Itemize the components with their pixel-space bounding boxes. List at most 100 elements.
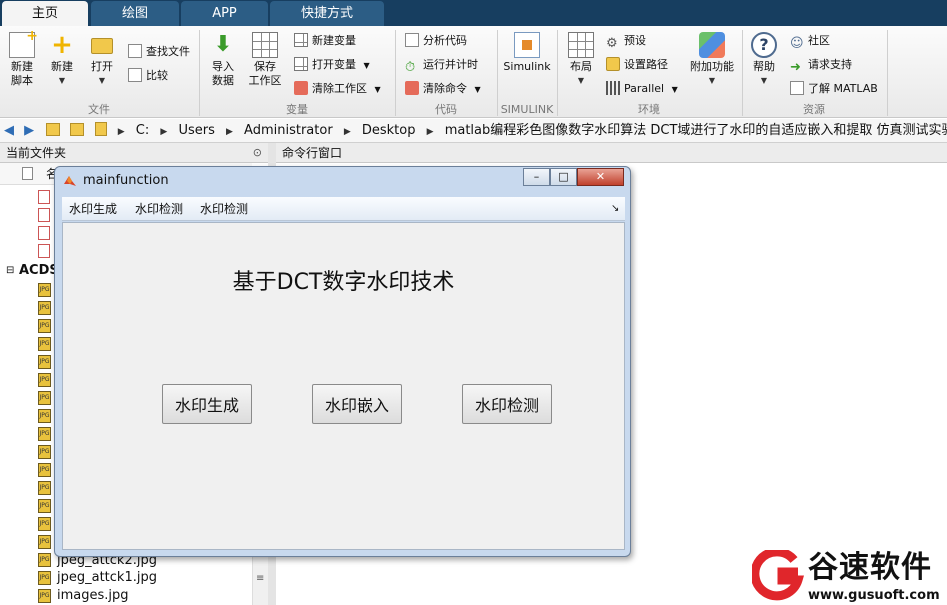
- tab-plots[interactable]: 绘图: [91, 1, 179, 26]
- maximize-button[interactable]: □: [550, 168, 577, 186]
- breadcrumb-separator-icon: ▶: [426, 127, 434, 137]
- jpg-file-icon: JPG: [38, 571, 51, 585]
- community-button[interactable]: ☺ 社区: [790, 31, 830, 51]
- dropdown-arrow-icon: ▼: [374, 85, 381, 94]
- help-icon: ?: [751, 32, 777, 58]
- dropdown-arrow-icon: ▼: [671, 85, 678, 94]
- find-files-button[interactable]: 查找文件: [128, 42, 190, 62]
- jpg-file-icon: JPG: [38, 499, 51, 513]
- gear-icon: ⚙: [606, 36, 618, 51]
- up-folder-icon[interactable]: [46, 123, 61, 136]
- forward-arrow-icon[interactable]: ▶: [24, 119, 34, 142]
- breadcrumb-item[interactable]: C:: [136, 119, 149, 142]
- jpg-file-icon: JPG: [38, 355, 51, 369]
- current-folder-panel-header: 当前文件夹 ⊙: [0, 143, 268, 163]
- new-variable-button[interactable]: 新建变量: [294, 31, 356, 51]
- new-button[interactable]: + 新建 ▼: [44, 32, 80, 88]
- breadcrumb-item[interactable]: matlab编程彩色图像数字水印算法 DCT域进行了水印的自适应嵌入和提取 仿真…: [445, 119, 947, 142]
- file-list-item[interactable]: jpeg_attck1.jpg: [57, 570, 157, 586]
- dropdown-arrow-icon: ▼: [363, 61, 370, 70]
- file-list-item[interactable]: images.jpg: [57, 588, 129, 604]
- jpg-file-icon: JPG: [38, 463, 51, 477]
- breadcrumb-item[interactable]: Administrator: [244, 119, 333, 142]
- run-and-time-button[interactable]: ⏱ 运行并计时: [405, 55, 478, 75]
- address-bar[interactable]: ◀ ▶ ▶ C: ▶ Users ▶ Administrator ▶ Deskt…: [0, 119, 947, 143]
- dropdown-arrow-icon: ▼: [577, 76, 585, 85]
- parallel-button[interactable]: Parallel ▼: [606, 79, 678, 99]
- layout-icon: [568, 32, 594, 58]
- command-window-header: 命令行窗口: [276, 143, 947, 163]
- addons-cubes-icon: [699, 32, 725, 58]
- new-variable-icon: [294, 33, 308, 47]
- new-script-icon: +: [9, 29, 38, 58]
- folder-entry[interactable]: ACDS: [19, 262, 59, 280]
- dock-arrow-icon[interactable]: ↘: [611, 197, 619, 221]
- group-label-variable: 变量: [286, 103, 308, 116]
- open-variable-icon: [294, 57, 308, 71]
- dropdown-arrow-icon: ▼: [98, 76, 106, 85]
- file-icon: [38, 208, 50, 222]
- help-button[interactable]: ? 帮助 ▼: [746, 32, 782, 88]
- minimize-button[interactable]: –: [523, 168, 550, 186]
- back-arrow-icon[interactable]: ◀: [4, 119, 14, 142]
- watermark-url: www.gusuoft.com: [808, 588, 940, 603]
- clear-workspace-button[interactable]: 清除工作区 ▼: [294, 79, 381, 99]
- group-divider: [887, 30, 888, 116]
- tab-home[interactable]: 主页: [2, 1, 88, 26]
- open-variable-button[interactable]: 打开变量 ▼: [294, 55, 370, 75]
- jpg-file-icon: JPG: [38, 337, 51, 351]
- jpg-file-icon: JPG: [38, 283, 51, 297]
- request-support-button[interactable]: ➜ 请求支持: [790, 55, 852, 75]
- close-button[interactable]: ✕: [577, 168, 624, 186]
- watermark-generate-button[interactable]: 水印生成: [162, 384, 252, 424]
- jpg-file-icon: JPG: [38, 427, 51, 441]
- file-icon: [38, 190, 50, 204]
- breadcrumb-item[interactable]: Users: [178, 119, 214, 142]
- breadcrumb-item[interactable]: Desktop: [362, 119, 416, 142]
- menu-watermark-detect-2[interactable]: 水印检测: [200, 197, 248, 221]
- set-path-button[interactable]: 设置路径: [606, 55, 668, 75]
- jpg-file-icon: JPG: [38, 373, 51, 387]
- parallel-icon: [606, 81, 620, 95]
- matlab-logo-icon: [64, 176, 76, 186]
- preferences-button[interactable]: ⚙ 预设: [606, 31, 646, 51]
- learn-matlab-button[interactable]: 了解 MATLAB: [790, 79, 878, 99]
- jpg-file-icon: JPG: [38, 553, 51, 567]
- breadcrumb-separator-icon: ▶: [160, 127, 168, 137]
- plus-icon: +: [51, 30, 73, 60]
- layout-button[interactable]: 布局 ▼: [563, 32, 599, 88]
- eraser-icon: [405, 81, 419, 95]
- community-icon: ☺: [790, 36, 804, 51]
- watermark-detect-button[interactable]: 水印检测: [462, 384, 552, 424]
- save-workspace-button[interactable]: 保存 工作区: [245, 32, 285, 88]
- panel-options-icon[interactable]: ⊙: [253, 143, 262, 163]
- compare-button[interactable]: 比较: [128, 66, 168, 86]
- analyze-code-icon: [405, 33, 419, 47]
- tab-shortcuts[interactable]: 快捷方式: [270, 1, 384, 26]
- browse-folder-icon[interactable]: [70, 123, 85, 136]
- file-icon: [38, 226, 50, 240]
- breadcrumb-separator-icon: ▶: [225, 127, 233, 137]
- analyze-code-button[interactable]: 分析代码: [405, 31, 467, 51]
- folder-icon: [606, 57, 620, 71]
- addons-button[interactable]: 附加功能 ▼: [686, 32, 738, 88]
- watermark-embed-button[interactable]: 水印嵌入: [312, 384, 402, 424]
- jpg-file-icon: JPG: [38, 517, 51, 531]
- clear-commands-button[interactable]: 清除命令 ▼: [405, 79, 481, 99]
- gusu-logo-icon: [752, 550, 804, 601]
- menu-watermark-detect[interactable]: 水印检测: [135, 197, 183, 221]
- new-script-button[interactable]: + 新建 脚本: [4, 29, 40, 88]
- simulink-button[interactable]: Simulink: [502, 32, 552, 74]
- dropdown-arrow-icon: ▼: [760, 76, 768, 85]
- group-label-file: 文件: [88, 103, 110, 116]
- tab-apps[interactable]: APP: [181, 1, 268, 26]
- import-data-button[interactable]: ⬇ 导入 数据: [204, 32, 242, 88]
- open-button[interactable]: 打开 ▼: [84, 32, 120, 88]
- dialog-heading: 基于DCT数字水印技术: [232, 270, 455, 295]
- collapse-toggle-icon[interactable]: ⊟: [6, 265, 14, 276]
- group-label-simulink: SIMULINK: [500, 103, 554, 116]
- group-label-environment: 环境: [638, 103, 660, 116]
- menu-watermark-generate[interactable]: 水印生成: [69, 197, 117, 221]
- folder-icon: [89, 32, 115, 58]
- jpg-file-icon: JPG: [38, 319, 51, 333]
